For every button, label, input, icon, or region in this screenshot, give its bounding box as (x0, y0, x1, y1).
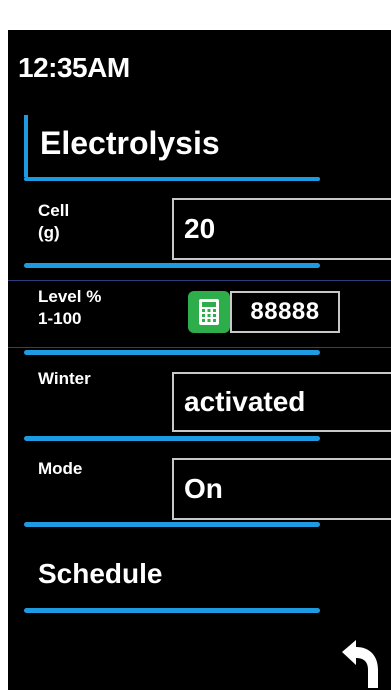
separator (24, 350, 320, 355)
clock: 12:35AM (18, 52, 130, 83)
back-arrow-icon[interactable] (336, 638, 384, 690)
level-label: Level % 1-100 (38, 286, 101, 330)
cell-field[interactable]: 20 (172, 198, 391, 260)
level-field[interactable]: 88888 (230, 291, 340, 333)
schedule-button[interactable]: Schedule (38, 558, 162, 590)
keypad-button[interactable] (188, 291, 230, 333)
page-title: Electrolysis (40, 125, 220, 161)
mode-field[interactable]: On (172, 458, 391, 520)
level-label-line1: Level % (38, 287, 102, 306)
separator (24, 263, 320, 268)
separator (24, 522, 320, 527)
header-accent-bar (24, 115, 28, 177)
winter-label: Winter (38, 369, 91, 388)
level-label-line2: 1-100 (38, 309, 82, 328)
keypad-icon (199, 299, 219, 325)
cell-label: Cell (g) (38, 200, 69, 244)
divider-line (8, 347, 391, 348)
mode-label: Mode (38, 459, 83, 478)
winter-field[interactable]: activated (172, 372, 391, 432)
separator (24, 436, 320, 441)
cell-label-line2: (g) (38, 223, 60, 242)
separator (24, 608, 320, 613)
divider-line (8, 280, 391, 281)
cell-label-line1: Cell (38, 201, 70, 220)
screen: 12:35AM Electrolysis Cell (g) 20 Level %… (8, 30, 391, 690)
header-underline (24, 177, 320, 181)
